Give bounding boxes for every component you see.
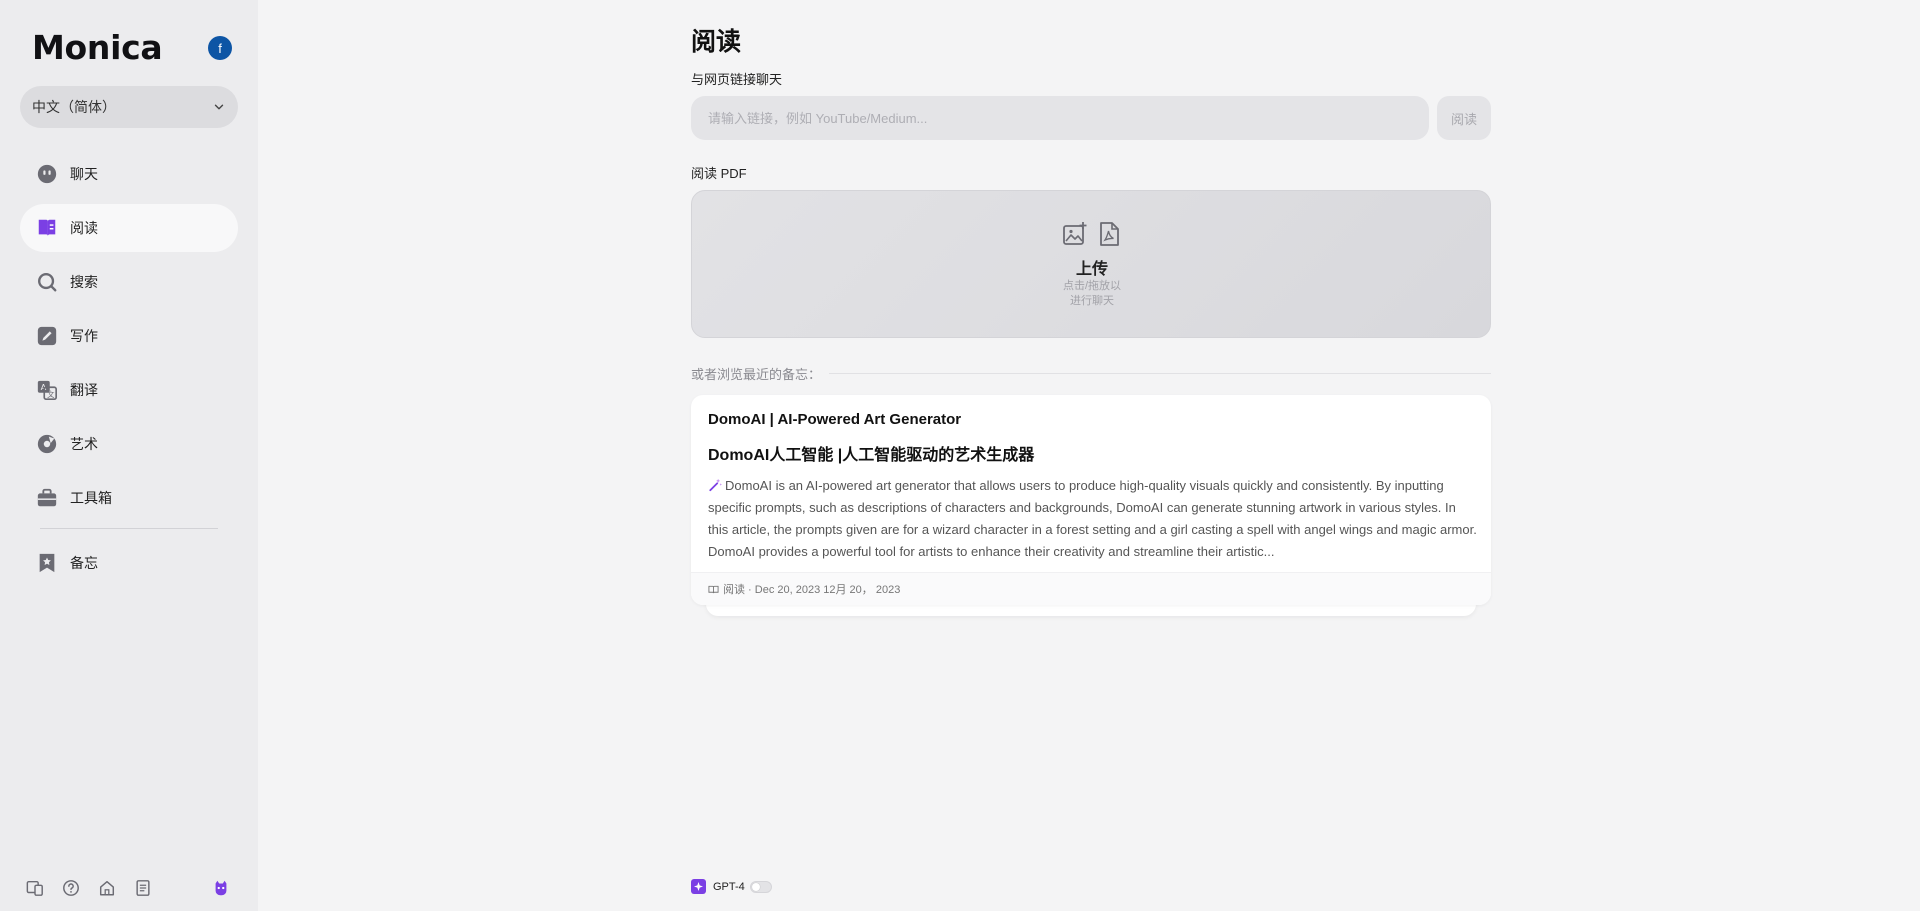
sidebar-item-write[interactable]: 写作 (20, 312, 238, 360)
upload-subtitle-line: 点击/拖放以 (1062, 280, 1122, 292)
main-content: 阅读 与网页链接聊天 阅读 阅读 PDF 上传 点击/拖放以 进行聊天 或者浏览… (258, 0, 1920, 911)
chevron-down-icon (214, 104, 224, 110)
home-icon[interactable] (98, 879, 116, 897)
translate-icon: A文 (36, 379, 58, 401)
upload-icons (1062, 221, 1130, 247)
memo-card-footer: 阅读 · Dec 20, 2023 12月 20， 2023 (691, 572, 1491, 605)
upload-subtitle-line: 进行聊天 (1070, 295, 1114, 307)
sidebar-item-label: 艺术 (70, 436, 98, 452)
memo-card-site: DomoAI | AI-Powered Art Generator (708, 411, 962, 428)
sidebar-item-chat[interactable]: 聊天 (20, 150, 238, 198)
help-icon[interactable] (62, 879, 80, 897)
upload-subtitle: 点击/拖放以 进行聊天 (692, 279, 1492, 309)
bookmark-star-icon (36, 552, 58, 574)
sidebar-item-search[interactable]: 搜索 (20, 258, 238, 306)
memo-card-description: DomoAI is an AI-powered art generator th… (708, 475, 1478, 563)
model-logo-icon (691, 879, 706, 894)
memo-card[interactable]: DomoAI | AI-Powered Art Generator DomoAI… (691, 395, 1491, 605)
recent-divider (829, 373, 1491, 374)
image-add-icon (1063, 222, 1087, 245)
pdf-file-icon (1100, 222, 1119, 246)
recent-memos-header: 或者浏览最近的备忘： (691, 364, 1491, 383)
brand-logo[interactable]: Monica (32, 28, 163, 67)
url-row: 阅读 (691, 96, 1491, 140)
sidebar-item-label: 聊天 (70, 166, 98, 182)
toolbox-icon (36, 487, 58, 509)
language-select[interactable]: 中文（简体） (20, 86, 238, 128)
sidebar: Monica f 中文（简体） 聊天 阅读 搜索 写作 A 文 翻译 艺术 工具… (0, 0, 258, 911)
sidebar-nav: 聊天 阅读 搜索 写作 A文 翻译 艺术 工具箱 备忘 (20, 150, 238, 593)
memo-card-meta: 阅读 · Dec 20, 2023 12月 20， 2023 (723, 584, 901, 596)
pdf-label: 阅读 PDF (691, 166, 747, 181)
chat-link-label: 与网页链接聊天 (691, 72, 783, 87)
model-selector: GPT-4 (691, 879, 772, 894)
sidebar-item-label: 阅读 (70, 220, 98, 236)
user-avatar[interactable]: f (208, 36, 232, 60)
pdf-upload-dropzone[interactable]: 上传 点击/拖放以 进行聊天 (691, 190, 1491, 338)
sidebar-item-translate[interactable]: A文 翻译 (20, 366, 238, 414)
upload-title: 上传 (1075, 261, 1108, 278)
read-button[interactable]: 阅读 (1437, 96, 1491, 140)
sidebar-item-label: 备忘 (70, 555, 98, 571)
sidebar-item-toolbox[interactable]: 工具箱 (20, 474, 238, 522)
sidebar-footer (26, 877, 236, 899)
page-title: 阅读 (691, 28, 742, 56)
sidebar-item-art[interactable]: 艺术 (20, 420, 238, 468)
memo-card-description-text: DomoAI is an AI-powered art generator th… (708, 478, 1477, 559)
memo-card-title: DomoAI人工智能 |人工智能驱动的艺术生成器 (708, 447, 1035, 464)
chat-robot-icon (36, 163, 58, 185)
model-toggle[interactable] (749, 880, 772, 893)
magic-wand-icon (709, 478, 722, 492)
sidebar-item-label: 写作 (70, 328, 98, 344)
sidebar-divider (40, 528, 218, 529)
open-book-icon (708, 585, 719, 593)
book-icon (36, 217, 58, 239)
sidebar-item-label: 搜索 (70, 274, 98, 290)
sidebar-item-read[interactable]: 阅读 (20, 204, 238, 252)
language-select-value: 中文（简体） (32, 99, 116, 115)
recent-memos-label: 或者浏览最近的备忘： (691, 367, 822, 382)
devices-icon[interactable] (26, 879, 44, 897)
sidebar-item-label: 工具箱 (70, 490, 112, 506)
pen-icon (36, 325, 58, 347)
sidebar-item-memo[interactable]: 备忘 (20, 539, 238, 587)
model-name: GPT-4 (713, 880, 745, 893)
svg-text:文: 文 (47, 390, 55, 399)
sidebar-item-label: 翻译 (70, 382, 98, 398)
search-icon (36, 271, 58, 293)
monica-logo-icon[interactable] (212, 879, 230, 897)
url-input[interactable] (691, 96, 1429, 140)
palette-icon (36, 433, 58, 455)
notes-icon[interactable] (134, 879, 152, 897)
